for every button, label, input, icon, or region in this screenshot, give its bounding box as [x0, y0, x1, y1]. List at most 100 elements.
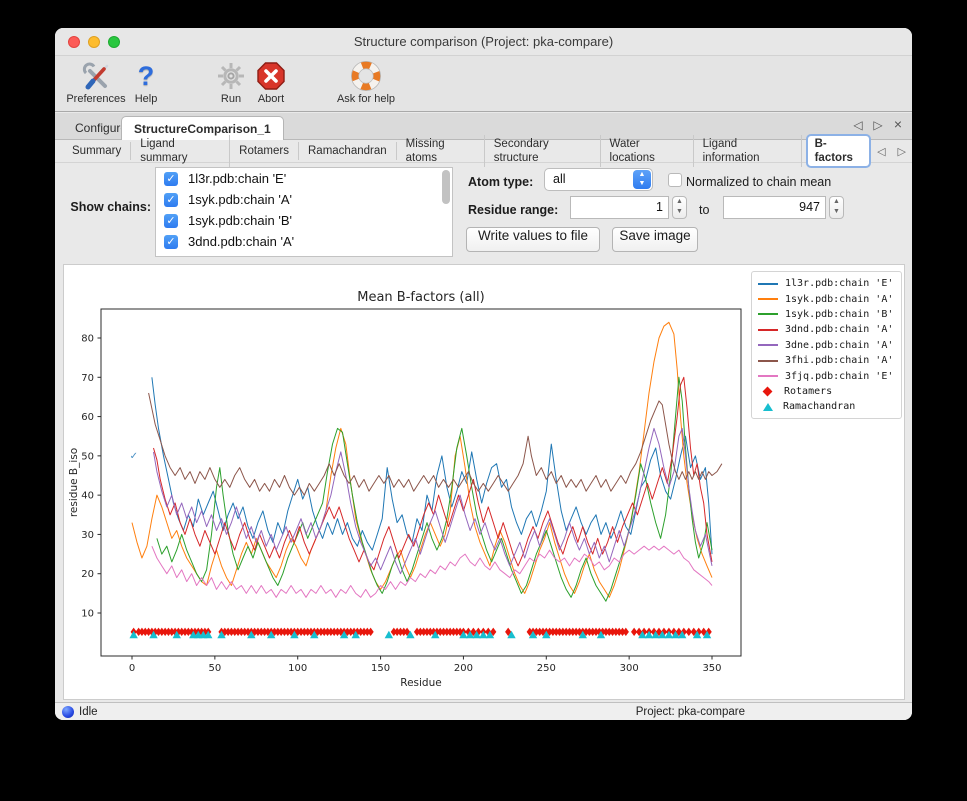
svg-text:60: 60: [81, 412, 94, 423]
write-values-button[interactable]: Write values to file: [466, 227, 600, 252]
svg-text:0: 0: [129, 663, 135, 674]
show-chains-label: Show chains:: [63, 200, 151, 214]
residue-to-stepper[interactable]: ▲▼: [829, 196, 844, 219]
status-bar: Idle Project: pka-compare: [55, 702, 912, 720]
chain-label: 1l3r.pdb:chain 'E': [188, 171, 286, 186]
rotamers-diamond-icon: [763, 386, 773, 396]
residue-from-stepper[interactable]: ▲▼: [672, 196, 687, 219]
subtab-secondary-structure[interactable]: Secondary structure: [485, 135, 601, 167]
svg-text:✓: ✓: [130, 451, 138, 462]
residue-to-input[interactable]: 947: [723, 196, 826, 219]
legend-line-swatch: [758, 313, 778, 315]
subtab-ligand-information[interactable]: Ligand information: [694, 135, 802, 167]
subtab-missing-atoms[interactable]: Missing atoms: [397, 135, 485, 167]
legend-line-swatch: [758, 344, 778, 346]
scrollbar[interactable]: [441, 170, 450, 254]
abort-label: Abort: [251, 93, 291, 105]
svg-text:40: 40: [81, 491, 94, 502]
status-sphere-icon: [62, 706, 74, 718]
ask-for-help-label: Ask for help: [331, 93, 401, 105]
checkbox-checked-icon[interactable]: ✓: [164, 193, 178, 207]
preferences-label: Preferences: [65, 93, 127, 105]
ask-for-help-button[interactable]: Ask for help: [331, 60, 401, 110]
atom-type-value: all: [553, 172, 566, 186]
legend-line-swatch: [758, 375, 778, 377]
chevron-up-down-icon: ▲▼: [633, 170, 651, 189]
residue-range-label: Residue range:: [468, 203, 558, 217]
toolbar: Preferences ? Help Run: [55, 56, 912, 112]
subtab-ramachandran[interactable]: Ramachandran: [299, 142, 397, 160]
legend-line-swatch: [758, 298, 778, 300]
legend-line-swatch: [758, 360, 778, 362]
svg-text:residue B_iso: residue B_iso: [68, 448, 80, 517]
abort-icon: [251, 60, 291, 92]
tools-icon: [65, 60, 127, 92]
normalized-checkbox[interactable]: [668, 173, 682, 187]
svg-text:Residue: Residue: [400, 677, 441, 689]
app-window: Structure comparison (Project: pka-compa…: [55, 28, 912, 720]
legend-label: 1syk.pdb:chain 'B': [785, 309, 893, 320]
legend-label: 1l3r.pdb:chain 'E': [785, 278, 893, 289]
run-label: Run: [213, 93, 249, 105]
project-label: Project: pka-compare: [636, 706, 745, 718]
tab-scroll-left-icon[interactable]: ◁: [849, 118, 867, 132]
run-button[interactable]: Run: [213, 60, 249, 110]
abort-button[interactable]: Abort: [251, 60, 291, 110]
sub-tab-bar: Summary Ligand summary Rotamers Ramachan…: [55, 140, 912, 163]
legend-label: Rotamers: [784, 386, 832, 397]
to-label: to: [699, 203, 709, 217]
legend-label: 3dnd.pdb:chain 'A': [785, 324, 893, 335]
svg-text:10: 10: [81, 609, 94, 620]
svg-text:70: 70: [81, 373, 94, 384]
chain-label: 1syk.pdb:chain 'A': [188, 192, 292, 207]
tab-close-icon[interactable]: ×: [889, 116, 907, 132]
chain-label: 3dnd.pdb:chain 'A': [188, 234, 294, 249]
svg-text:250: 250: [537, 663, 556, 674]
legend-line-swatch: [758, 329, 778, 331]
chain-label: 1syk.pdb:chain 'B': [188, 213, 292, 228]
ramachandran-triangle-icon: [763, 403, 773, 411]
subtab-b-factors[interactable]: B-factors: [806, 134, 871, 168]
checkbox-checked-icon[interactable]: ✓: [164, 172, 178, 186]
svg-text:20: 20: [81, 569, 94, 580]
subtab-summary[interactable]: Summary: [63, 142, 131, 160]
window-title: Structure comparison (Project: pka-compa…: [55, 34, 912, 49]
svg-text:50: 50: [208, 663, 221, 674]
status-text: Idle: [79, 706, 98, 718]
subtab-scroll-right-icon[interactable]: ▷: [892, 145, 912, 158]
svg-text:Mean B-factors (all): Mean B-factors (all): [357, 290, 485, 305]
help-button[interactable]: ? Help: [129, 60, 163, 110]
scrollbar-thumb[interactable]: [442, 170, 450, 204]
svg-text:50: 50: [81, 451, 94, 462]
list-item[interactable]: ✓ 1l3r.pdb:chain 'E': [156, 168, 452, 189]
legend-label: 1syk.pdb:chain 'A': [785, 294, 893, 305]
svg-text:350: 350: [702, 663, 721, 674]
svg-text:80: 80: [81, 334, 94, 345]
atom-type-select[interactable]: all ▲▼: [544, 168, 653, 191]
subtab-scroll-left-icon[interactable]: ◁: [871, 145, 891, 158]
subtab-ligand-summary[interactable]: Ligand summary: [131, 135, 230, 167]
save-image-button[interactable]: Save image: [612, 227, 698, 252]
lifebuoy-icon: [331, 60, 401, 92]
checkbox-checked-icon[interactable]: ✓: [164, 214, 178, 228]
legend-label: 3dne.pdb:chain 'A': [785, 340, 893, 351]
legend-line-swatch: [758, 283, 778, 285]
preferences-button[interactable]: Preferences: [65, 60, 127, 110]
list-item[interactable]: ✓ 3dnd.pdb:chain 'A': [156, 231, 452, 252]
list-item[interactable]: ✓ 1syk.pdb:chain 'A': [156, 189, 452, 210]
svg-text:200: 200: [454, 663, 473, 674]
title-bar: Structure comparison (Project: pka-compa…: [55, 28, 912, 56]
list-item[interactable]: ✓ 1syk.pdb:chain 'B': [156, 210, 452, 231]
residue-from-input[interactable]: 1: [570, 196, 669, 219]
tab-scroll-right-icon[interactable]: ▷: [869, 118, 887, 132]
help-label: Help: [129, 93, 163, 105]
subtab-water-locations[interactable]: Water locations: [601, 135, 694, 167]
question-icon: ?: [129, 60, 163, 92]
chain-list[interactable]: ✓ 1l3r.pdb:chain 'E' ✓ 1syk.pdb:chain 'A…: [155, 167, 453, 257]
legend-label: Ramachandran: [783, 401, 855, 412]
checkbox-checked-icon[interactable]: ✓: [164, 235, 178, 249]
svg-text:300: 300: [620, 663, 639, 674]
normalized-label: Normalized to chain mean: [686, 175, 831, 189]
subtab-rotamers[interactable]: Rotamers: [230, 142, 299, 160]
svg-text:150: 150: [371, 663, 390, 674]
